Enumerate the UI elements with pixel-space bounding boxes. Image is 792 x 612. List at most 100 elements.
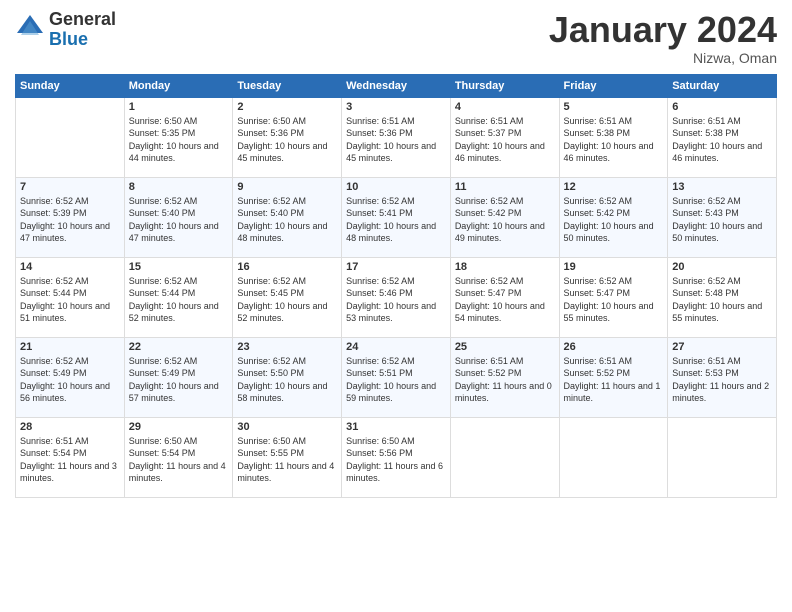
sunrise: Sunrise: 6:52 AM xyxy=(237,196,306,206)
day-cell: 18Sunrise: 6:52 AMSunset: 5:47 PMDayligh… xyxy=(450,257,559,337)
sunset: Sunset: 5:47 PM xyxy=(455,288,522,298)
sunset: Sunset: 5:42 PM xyxy=(455,208,522,218)
day-number: 23 xyxy=(237,341,337,353)
sunset: Sunset: 5:47 PM xyxy=(564,288,631,298)
page: General Blue January 2024 Nizwa, Oman Su… xyxy=(0,0,792,612)
day-info: Sunrise: 6:52 AM Sunset: 5:42 PM Daylight:… xyxy=(564,195,664,245)
daylight: Daylight: 10 hours and 50 minutes. xyxy=(672,221,762,244)
day-info: Sunrise: 6:51 AMSunset: 5:52 PMDaylight:… xyxy=(455,355,555,405)
daylight: Daylight: 10 hours and 46 minutes. xyxy=(564,141,654,164)
sunset: Sunset: 5:41 PM xyxy=(346,208,413,218)
sunrise: Sunrise: 6:51 AM xyxy=(672,116,741,126)
day-cell: 31Sunrise: 6:50 AMSunset: 5:56 PMDayligh… xyxy=(342,417,451,497)
daylight: Daylight: 10 hours and 51 minutes. xyxy=(20,301,110,324)
day-cell: 2Sunrise: 6:50 AMSunset: 5:36 PMDaylight… xyxy=(233,97,342,177)
day-cell: 24Sunrise: 6:52 AMSunset: 5:51 PMDayligh… xyxy=(342,337,451,417)
day-number: 26 xyxy=(564,341,664,353)
day-cell: 5 Sunrise: 6:51 AM Sunset: 5:38 PM Daylight… xyxy=(559,97,668,177)
daylight: Daylight: 10 hours and 48 minutes. xyxy=(237,221,327,244)
daylight: Daylight: 10 hours and 45 minutes. xyxy=(237,141,327,164)
sunset: Sunset: 5:55 PM xyxy=(237,448,304,458)
day-info: Sunrise: 6:52 AMSunset: 5:49 PMDaylight:… xyxy=(129,355,229,405)
logo-icon xyxy=(15,13,45,48)
calendar-body: 1Sunrise: 6:50 AMSunset: 5:35 PMDaylight… xyxy=(16,97,777,497)
day-cell: 10Sunrise: 6:52 AMSunset: 5:41 PMDayligh… xyxy=(342,177,451,257)
sunrise: Sunrise: 6:52 AM xyxy=(455,276,524,286)
day-number: 18 xyxy=(455,261,555,273)
sunrise: Sunrise: 6:52 AM xyxy=(564,196,633,206)
daylight: Daylight: 11 hours and 6 minutes. xyxy=(346,461,443,484)
sunrise: Sunrise: 6:52 AM xyxy=(346,276,415,286)
day-info: Sunrise: 6:51 AMSunset: 5:37 PMDaylight:… xyxy=(455,115,555,165)
sunset: Sunset: 5:53 PM xyxy=(672,368,739,378)
sunrise: Sunrise: 6:52 AM xyxy=(129,276,198,286)
day-cell: 30Sunrise: 6:50 AMSunset: 5:55 PMDayligh… xyxy=(233,417,342,497)
sunset: Sunset: 5:45 PM xyxy=(237,288,304,298)
daylight: Daylight: 10 hours and 55 minutes. xyxy=(564,301,654,324)
sunrise: Sunrise: 6:51 AM xyxy=(455,356,524,366)
day-info: Sunrise: 6:51 AM Sunset: 5:38 PM Daylight:… xyxy=(564,115,664,165)
sunset: Sunset: 5:39 PM xyxy=(20,208,87,218)
sunset: Sunset: 5:51 PM xyxy=(346,368,413,378)
daylight: Daylight: 11 hours and 4 minutes. xyxy=(129,461,226,484)
daylight: Daylight: 10 hours and 50 minutes. xyxy=(564,221,654,244)
sunrise: Sunrise: 6:52 AM xyxy=(20,196,89,206)
day-number: 27 xyxy=(672,341,772,353)
day-info: Sunrise: 6:52 AMSunset: 5:47 PMDaylight:… xyxy=(455,275,555,325)
day-number: 14 xyxy=(20,261,120,273)
day-cell: 20Sunrise: 6:52 AMSunset: 5:48 PMDayligh… xyxy=(668,257,777,337)
sunset: Sunset: 5:38 PM xyxy=(672,128,739,138)
daylight: Daylight: 11 hours and 2 minutes. xyxy=(672,381,769,404)
day-info: Sunrise: 6:52 AMSunset: 5:43 PMDaylight:… xyxy=(672,195,772,245)
sunrise: Sunrise: 6:52 AM xyxy=(20,356,89,366)
location: Nizwa, Oman xyxy=(549,50,777,66)
daylight: Daylight: 10 hours and 46 minutes. xyxy=(672,141,762,164)
calendar-table: Sunday Monday Tuesday Wednesday Thursday… xyxy=(15,74,777,498)
day-info: Sunrise: 6:50 AM Sunset: 5:55 PM Daylight:… xyxy=(237,435,337,485)
day-number: 2 xyxy=(237,101,337,113)
sunrise: Sunrise: 6:52 AM xyxy=(237,276,306,286)
sunset: Sunset: 5:36 PM xyxy=(237,128,304,138)
sunset: Sunset: 5:50 PM xyxy=(237,368,304,378)
day-info: Sunrise: 6:52 AMSunset: 5:51 PMDaylight:… xyxy=(346,355,446,405)
col-tuesday: Tuesday xyxy=(233,74,342,97)
daylight: Daylight: 10 hours and 44 minutes. xyxy=(129,141,219,164)
col-monday: Monday xyxy=(124,74,233,97)
sunset: Sunset: 5:36 PM xyxy=(346,128,413,138)
sunset: Sunset: 5:52 PM xyxy=(564,368,631,378)
day-number: 19 xyxy=(564,261,664,273)
sunset: Sunset: 5:42 PM xyxy=(564,208,631,218)
col-thursday: Thursday xyxy=(450,74,559,97)
header: General Blue January 2024 Nizwa, Oman xyxy=(15,10,777,66)
daylight: Daylight: 11 hours and 4 minutes. xyxy=(237,461,334,484)
day-number: 9 xyxy=(237,181,337,193)
day-cell: 6Sunrise: 6:51 AMSunset: 5:38 PMDaylight… xyxy=(668,97,777,177)
sunset: Sunset: 5:56 PM xyxy=(346,448,413,458)
daylight: Daylight: 10 hours and 46 minutes. xyxy=(455,141,545,164)
day-info: Sunrise: 6:52 AMSunset: 5:40 PMDaylight:… xyxy=(129,195,229,245)
sunset: Sunset: 5:49 PM xyxy=(20,368,87,378)
day-info: Sunrise: 6:51 AMSunset: 5:36 PMDaylight:… xyxy=(346,115,446,165)
sunrise: Sunrise: 6:51 AM xyxy=(564,356,633,366)
day-number: 8 xyxy=(129,181,229,193)
sunrise: Sunrise: 6:52 AM xyxy=(129,196,198,206)
day-cell xyxy=(450,417,559,497)
daylight: Daylight: 10 hours and 58 minutes. xyxy=(237,381,327,404)
day-info: Sunrise: 6:51 AMSunset: 5:52 PMDaylight:… xyxy=(564,355,664,405)
day-number: 7 xyxy=(20,181,120,193)
day-cell: 15Sunrise: 6:52 AMSunset: 5:44 PMDayligh… xyxy=(124,257,233,337)
day-cell: 4Sunrise: 6:51 AMSunset: 5:37 PMDaylight… xyxy=(450,97,559,177)
sunrise: Sunrise: 6:51 AM xyxy=(564,116,633,126)
day-info: Sunrise: 6:51 AMSunset: 5:53 PMDaylight:… xyxy=(672,355,772,405)
sunrise: Sunrise: 6:50 AM xyxy=(237,436,306,446)
sunrise: Sunrise: 6:51 AM xyxy=(346,116,415,126)
day-info: Sunrise: 6:50 AMSunset: 5:54 PMDaylight:… xyxy=(129,435,229,485)
day-number: 5 xyxy=(564,101,664,113)
day-cell: 1Sunrise: 6:50 AMSunset: 5:35 PMDaylight… xyxy=(124,97,233,177)
day-cell xyxy=(668,417,777,497)
sunset: Sunset: 5:38 PM xyxy=(564,128,631,138)
day-number: 22 xyxy=(129,341,229,353)
day-cell: 28Sunrise: 6:51 AMSunset: 5:54 PMDayligh… xyxy=(16,417,125,497)
week-row-2: 14Sunrise: 6:52 AMSunset: 5:44 PMDayligh… xyxy=(16,257,777,337)
sunrise: Sunrise: 6:52 AM xyxy=(20,276,89,286)
